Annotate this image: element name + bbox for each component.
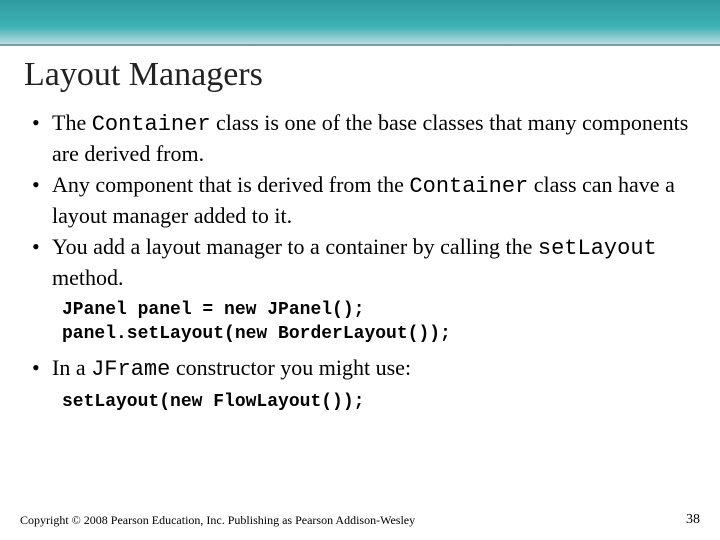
header-gradient-bar [0, 0, 720, 44]
code-block: JPanel panel = new JPanel(); panel.setLa… [62, 298, 692, 347]
header-divider [0, 44, 720, 46]
slide-content: The Container class is one of the base c… [0, 100, 720, 414]
bullet-item: You add a layout manager to a container … [32, 232, 692, 292]
slide-title: Layout Managers [0, 46, 720, 100]
bullet-list: The Container class is one of the base c… [32, 108, 692, 292]
bullet-item: The Container class is one of the base c… [32, 108, 692, 168]
bullet-text-post: method. [52, 265, 124, 290]
inline-code: Container [92, 112, 211, 137]
code-line: setLayout(new FlowLayout()); [62, 392, 364, 412]
slide: Layout Managers The Container class is o… [0, 0, 720, 540]
bullet-list: In a JFrame constructor you might use: [32, 353, 692, 384]
code-line: JPanel panel = new JPanel(); [62, 300, 364, 320]
bullet-text-pre: Any component that is derived from the [52, 172, 409, 197]
code-line: panel.setLayout(new BorderLayout()); [62, 324, 451, 344]
inline-code: Container [409, 174, 528, 199]
copyright-text: Copyright © 2008 Pearson Education, Inc.… [20, 513, 415, 528]
bullet-text-post: constructor you might use: [170, 355, 411, 380]
bullet-text-pre: You add a layout manager to a container … [52, 234, 538, 259]
bullet-item: Any component that is derived from the C… [32, 170, 692, 230]
page-number: 38 [686, 512, 700, 528]
bullet-text-pre: In a [52, 355, 91, 380]
bullet-text-pre: The [52, 110, 92, 135]
inline-code: setLayout [538, 236, 657, 261]
slide-footer: Copyright © 2008 Pearson Education, Inc.… [20, 512, 700, 528]
bullet-item: In a JFrame constructor you might use: [32, 353, 692, 384]
inline-code: JFrame [91, 357, 170, 382]
code-block: setLayout(new FlowLayout()); [62, 390, 692, 414]
